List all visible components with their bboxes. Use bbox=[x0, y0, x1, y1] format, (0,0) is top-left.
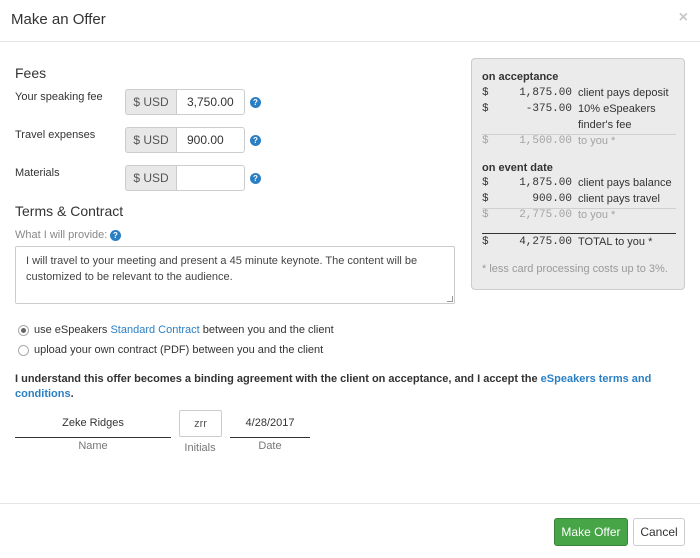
materials-group: $ USD bbox=[125, 165, 245, 191]
provide-text: I will travel to your meeting and presen… bbox=[26, 255, 418, 283]
resize-grip-icon[interactable] bbox=[447, 296, 453, 302]
date-underline bbox=[230, 437, 310, 438]
upload-contract-option[interactable]: upload your own contract (PDF) between y… bbox=[18, 344, 323, 356]
modal-header: Make an Offer × bbox=[0, 0, 700, 42]
summary-row: $ 2,775.00 to you * bbox=[482, 209, 616, 221]
travel-expenses-label: Travel expenses bbox=[15, 129, 96, 141]
agreement-text: I understand this offer becomes a bindin… bbox=[15, 373, 652, 400]
terms-heading: Terms & Contract bbox=[15, 203, 124, 219]
summary-total-row: $ 4,275.00 TOTAL to you * bbox=[482, 236, 653, 248]
summary-note: * less card processing costs up to 3%. bbox=[482, 263, 668, 275]
close-icon[interactable]: × bbox=[679, 9, 688, 27]
help-icon[interactable]: ? bbox=[250, 173, 261, 184]
summary-row: $ -375.00 10% eSpeakers bbox=[482, 103, 656, 115]
currency-addon: $ USD bbox=[125, 89, 176, 115]
radio-unchecked-icon[interactable] bbox=[18, 344, 29, 356]
total-divider bbox=[482, 233, 676, 234]
fees-heading: Fees bbox=[15, 65, 47, 81]
standard-contract-link[interactable]: Standard Contract bbox=[110, 324, 199, 336]
name-underline bbox=[15, 437, 171, 438]
materials-input[interactable] bbox=[176, 165, 245, 191]
on-event-date-heading: on event date bbox=[482, 162, 553, 174]
travel-expenses-group: $ USD 900.00 bbox=[125, 127, 245, 153]
help-icon[interactable]: ? bbox=[250, 135, 261, 146]
make-offer-button[interactable]: Make Offer bbox=[554, 518, 628, 546]
provide-textarea[interactable]: I will travel to your meeting and presen… bbox=[15, 246, 455, 304]
summary-row: $ 1,875.00 client pays balance bbox=[482, 177, 672, 189]
currency-addon: $ USD bbox=[125, 165, 176, 191]
radio-checked-icon[interactable] bbox=[18, 324, 29, 336]
speaking-fee-group: $ USD 3,750.00 bbox=[125, 89, 245, 115]
speaking-fee-input[interactable]: 3,750.00 bbox=[176, 89, 245, 115]
travel-expenses-input[interactable]: 900.00 bbox=[176, 127, 245, 153]
cancel-button[interactable]: Cancel bbox=[633, 518, 685, 546]
initials-label: Initials bbox=[184, 442, 216, 454]
name-label: Name bbox=[78, 440, 108, 452]
summary-row: $ 1,875.00 client pays deposit bbox=[482, 87, 669, 99]
modal-title: Make an Offer bbox=[11, 11, 106, 28]
date-label: Date bbox=[258, 440, 282, 452]
speaking-fee-label: Your speaking fee bbox=[15, 91, 103, 103]
summary-row: finder's fee bbox=[578, 119, 632, 131]
modal-footer-divider bbox=[0, 503, 700, 504]
standard-contract-option[interactable]: use eSpeakers Standard Contract between … bbox=[18, 324, 334, 336]
date-value[interactable]: 4/28/2017 bbox=[230, 417, 310, 429]
payment-summary-panel: on acceptance $ 1,875.00 client pays dep… bbox=[471, 58, 685, 290]
help-icon[interactable]: ? bbox=[250, 97, 261, 108]
provide-label: What I will provide: bbox=[15, 229, 108, 241]
initials-input[interactable]: zrr bbox=[179, 410, 222, 437]
summary-row: $ 1,500.00 to you * bbox=[482, 135, 616, 147]
materials-label: Materials bbox=[15, 167, 60, 179]
help-icon[interactable]: ? bbox=[110, 230, 121, 241]
on-acceptance-heading: on acceptance bbox=[482, 71, 559, 83]
summary-row: $ 900.00 client pays travel bbox=[482, 193, 660, 205]
currency-addon: $ USD bbox=[125, 127, 176, 153]
name-value[interactable]: Zeke Ridges bbox=[15, 417, 171, 429]
